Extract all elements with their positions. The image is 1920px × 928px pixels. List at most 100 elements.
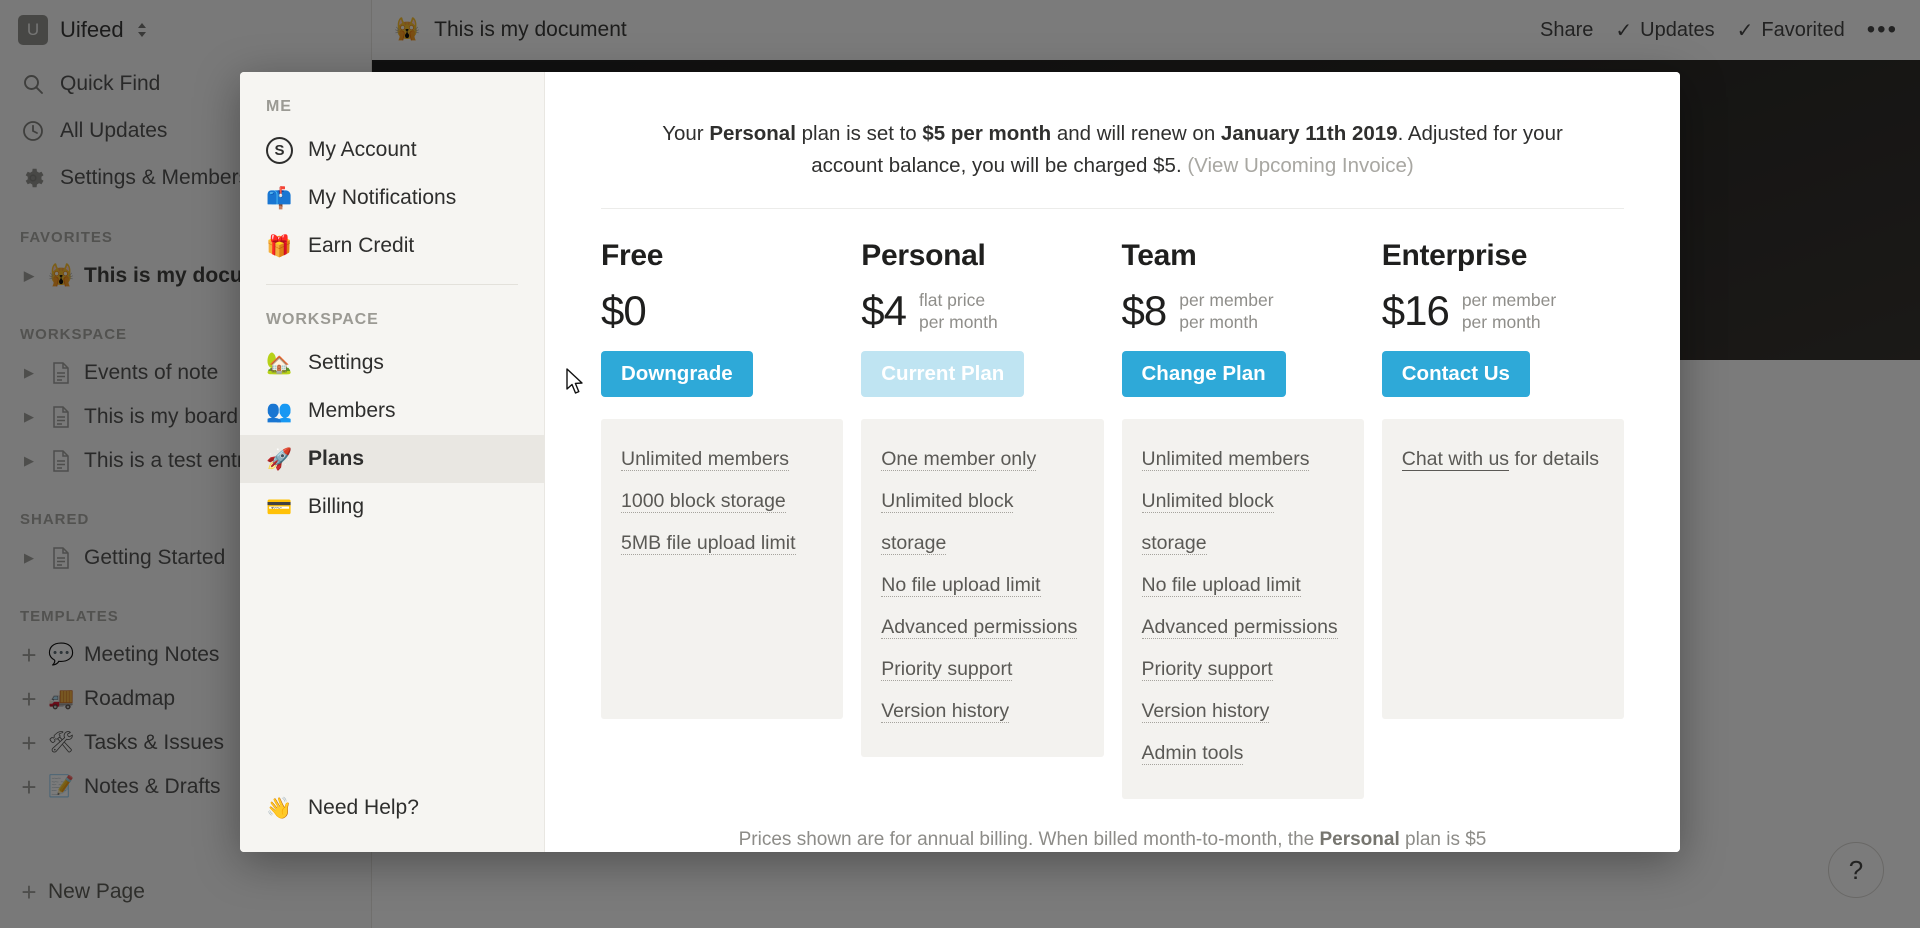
house-icon: 🏡	[266, 351, 293, 375]
plan-price-note: per member per month	[1462, 289, 1556, 333]
modal-nav-item-label: Billing	[308, 495, 365, 518]
plan-feature-row: Advanced permissions	[881, 607, 1083, 649]
plan-feature[interactable]: Unlimited members	[621, 448, 789, 471]
plan-feature[interactable]: Version history	[881, 700, 1010, 723]
plan-price-note-line1: flat price	[918, 290, 986, 310]
view-upcoming-invoice-link[interactable]: (View Upcoming Invoice)	[1187, 154, 1413, 177]
plan-name: Team	[1121, 239, 1197, 272]
modal-nav-item-plans[interactable]: 🚀 Plans	[240, 435, 544, 483]
plan-price: $8	[1121, 287, 1168, 334]
plan-feature[interactable]: No file upload limit	[1141, 574, 1301, 597]
plan-price-note-line2: per month	[1179, 312, 1259, 332]
plan-features-card: Chat with us for details	[1381, 419, 1624, 719]
plan-feature[interactable]: Unlimited block storage	[1141, 490, 1274, 555]
plan-feature-row: Advanced permissions	[1141, 607, 1344, 649]
plan-price-row: $16 per member per month	[1382, 283, 1624, 339]
plan-price: $16	[1381, 287, 1450, 334]
notice-b1: Personal	[709, 122, 796, 145]
plan-feature[interactable]: Advanced permissions	[1141, 616, 1338, 639]
plan-feature-row: Priority support	[1141, 649, 1344, 691]
plan-price: $4	[861, 287, 907, 334]
billing-footnote: Prices shown are for annual billing. Whe…	[733, 799, 1493, 852]
footnote-p1: Prices shown are for annual billing. Whe…	[738, 829, 1320, 850]
plan-feature[interactable]: Admin tools	[1141, 742, 1244, 765]
plan-price-note-line2: per month	[918, 312, 998, 332]
plan-column: Enterprise $16 per member per month Contact …	[1381, 239, 1624, 799]
plan-price-note-line1: per member	[1179, 290, 1274, 310]
plan-action-button-team[interactable]: Change Plan	[1121, 351, 1286, 397]
settings-modal-nav: ME S My Account 📫 My Notifications 🎁 Earn Cre…	[240, 72, 545, 852]
modal-nav-item-settings[interactable]: 🏡 Settings	[240, 339, 544, 387]
plan-feature-row: Version history	[881, 691, 1083, 733]
plan-feature[interactable]: 1000 block storage	[621, 490, 786, 513]
plan-feature[interactable]: Priority support	[881, 658, 1013, 681]
plan-feature-row: Priority support	[881, 649, 1083, 691]
modal-nav-item-earn-credit[interactable]: 🎁 Earn Credit	[240, 222, 544, 270]
plan-feature-row: 1000 block storage	[621, 481, 823, 523]
plan-feature-row: No file upload limit	[881, 565, 1083, 607]
rocket-icon: 🚀	[266, 447, 293, 471]
plan-feature[interactable]: No file upload limit	[881, 574, 1041, 597]
modal-nav-item-members[interactable]: 👥 Members	[240, 387, 544, 435]
modal-nav-item-my-account[interactable]: S My Account	[240, 126, 544, 174]
plan-price-note: per member per month	[1179, 289, 1273, 333]
plan-action-button-enterprise[interactable]: Contact Us	[1381, 351, 1530, 397]
plan-feature[interactable]: 5MB file upload limit	[621, 532, 796, 555]
plan-feature[interactable]: Unlimited members	[1141, 448, 1310, 471]
plan-feature[interactable]: Version history	[1141, 700, 1270, 723]
workspace-section-label: WORKSPACE	[266, 311, 379, 328]
modal-nav-item-my-notifications[interactable]: 📫 My Notifications	[240, 174, 544, 222]
modal-nav-item-label: Earn Credit	[308, 234, 415, 257]
plan-column: Team $8 per member per month Change Plan Unli…	[1121, 239, 1364, 799]
chat-with-us-link[interactable]: Chat with us	[1401, 448, 1510, 471]
plans-panel: Your Personal plan is set to $5 per mont…	[545, 72, 1680, 852]
plan-feature[interactable]: One member only	[881, 448, 1037, 471]
plan-feature-row: 5MB file upload limit	[621, 523, 823, 565]
modal-nav-item-billing[interactable]: 💳 Billing	[240, 483, 544, 531]
plan-feature[interactable]: Advanced permissions	[881, 616, 1078, 639]
footnote-b1: Personal	[1319, 829, 1400, 850]
modal-nav-item-label: Members	[308, 399, 396, 422]
need-help-button[interactable]: 👋 Need Help?	[240, 786, 544, 830]
people-icon: 👥	[266, 399, 293, 423]
waving-hand-icon: 👋	[266, 796, 293, 820]
plan-column: Personal $4 flat price per month Current Pla…	[861, 239, 1104, 799]
plan-feature-row: Unlimited members	[621, 439, 823, 481]
plan-action-button-personal: Current Plan	[861, 351, 1025, 397]
gift-icon: 🎁	[266, 234, 293, 258]
modal-nav-item-label: My Account	[308, 138, 417, 161]
plan-feature-row: Version history	[1141, 691, 1344, 733]
plan-features-card: Unlimited members 1000 block storage 5MB f…	[601, 419, 844, 719]
plans-grid: Free $0 Downgrade Unlimited members 1000 blo…	[601, 209, 1624, 799]
plan-feature-row: Chat with us for details	[1401, 439, 1604, 481]
plan-feature-row: No file upload limit	[1141, 565, 1344, 607]
modal-nav-item-label: My Notifications	[308, 186, 457, 209]
plan-name: Free	[601, 239, 664, 272]
me-section-label: ME	[266, 98, 292, 115]
plan-feature[interactable]: Priority support	[1141, 658, 1273, 681]
notice-p3: and will renew on	[1051, 122, 1221, 145]
modal-nav-item-label: Plans	[308, 447, 365, 470]
plan-features-card: One member only Unlimited block storage No…	[861, 419, 1104, 757]
plan-feature-row: Unlimited block storage	[1141, 481, 1344, 565]
notice-p2: plan is set to	[795, 122, 923, 145]
plan-price-note-line1: per member	[1461, 290, 1557, 310]
plan-price-row: $4 flat price per month	[861, 283, 1103, 339]
notice-p1: Your	[662, 122, 710, 145]
plan-column: Free $0 Downgrade Unlimited members 1000 blo…	[601, 239, 844, 799]
need-help-label: Need Help?	[308, 796, 419, 819]
plan-action-button-free[interactable]: Downgrade	[601, 351, 753, 397]
modal-nav-item-label: Settings	[308, 351, 384, 374]
s-circle-icon: S	[266, 136, 293, 164]
plan-price-note-line2: per month	[1461, 312, 1541, 332]
credit-card-icon: 💳	[266, 495, 293, 519]
me-section-items: S My Account 📫 My Notifications 🎁 Earn Credit	[240, 126, 544, 270]
plan-name: Enterprise	[1381, 239, 1528, 272]
plan-feature-row: Admin tools	[1141, 733, 1344, 775]
plan-feature[interactable]: Unlimited block storage	[881, 490, 1014, 555]
plan-price-row: $0	[601, 283, 843, 339]
workspace-section-items: 🏡 Settings 👥 Members 🚀 Plans 💳 Billing	[240, 339, 544, 531]
plan-feature-row: Unlimited members	[1141, 439, 1344, 481]
notice-b3: January 11th 2019	[1220, 122, 1398, 145]
plan-feature-row: One member only	[881, 439, 1083, 481]
